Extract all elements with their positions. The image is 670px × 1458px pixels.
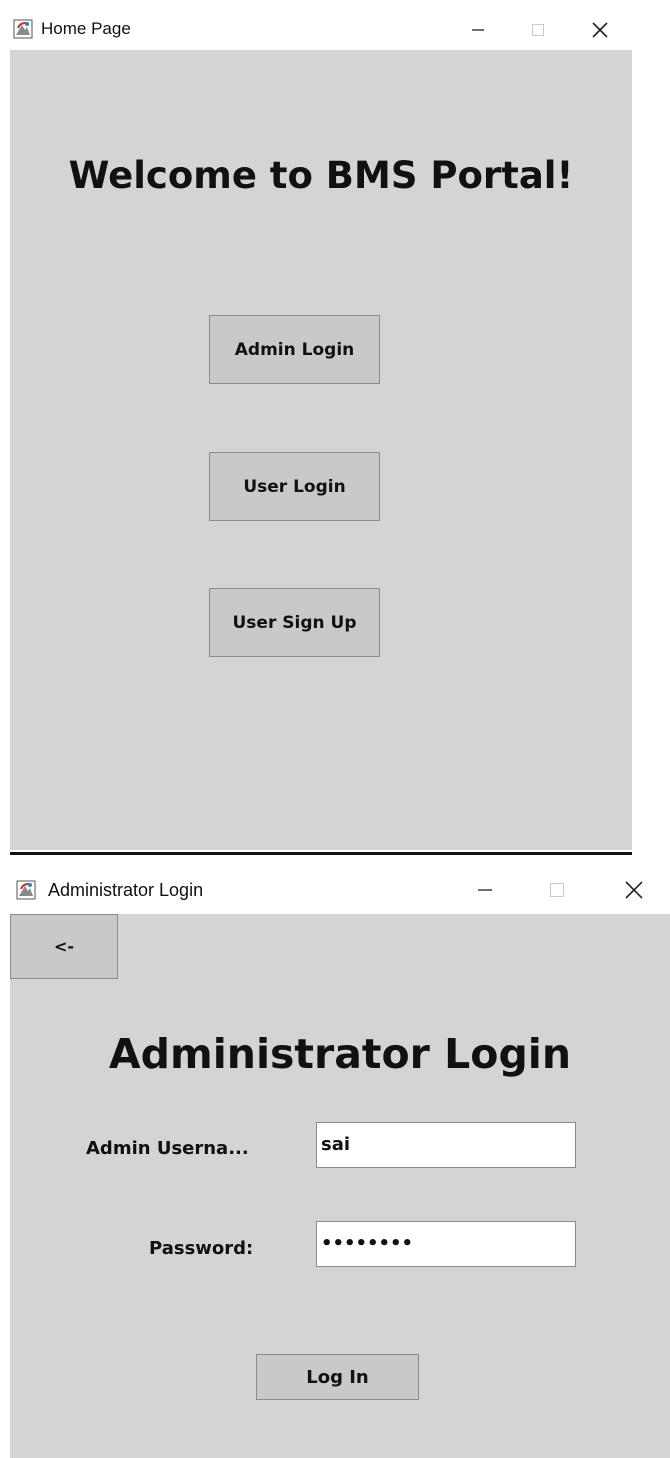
administrator-login-window: Administrator Login <- Administrator Log… (10, 866, 670, 1458)
close-icon (625, 881, 643, 899)
close-button[interactable] (580, 15, 620, 45)
window-title: Home Page (41, 19, 131, 38)
page-title: Administrator Login (108, 1030, 572, 1078)
close-icon (592, 22, 608, 38)
password-label: Password: (149, 1238, 254, 1259)
maximize-icon (532, 24, 544, 36)
maximize-button[interactable] (537, 875, 577, 905)
password-field[interactable]: •••••••• (316, 1221, 576, 1267)
page-title: Welcome to BMS Portal! (68, 154, 574, 197)
java-app-icon (16, 880, 36, 900)
minimize-icon (472, 29, 484, 31)
username-label: Admin Userna... (86, 1138, 249, 1159)
maximize-icon (550, 883, 564, 897)
screenshot-divider (10, 852, 632, 855)
back-button[interactable]: <- (10, 914, 118, 979)
user-signup-button[interactable]: User Sign Up (209, 588, 380, 657)
home-titlebar[interactable]: Home Page (10, 8, 632, 50)
maximize-button[interactable] (518, 15, 558, 45)
home-page-window: Home Page Welcome to BMS Portal! Admin L… (10, 8, 632, 850)
user-login-button[interactable]: User Login (209, 452, 380, 521)
username-field[interactable]: sai (316, 1122, 576, 1168)
admin-login-button[interactable]: Admin Login (209, 315, 380, 384)
admin-content-pane: <- Administrator Login Admin Userna... s… (10, 914, 670, 1458)
home-content-pane: Welcome to BMS Portal! Admin Login User … (10, 50, 632, 850)
minimize-button[interactable] (458, 15, 498, 45)
log-in-button[interactable]: Log In (256, 1354, 419, 1400)
close-button[interactable] (614, 875, 654, 905)
minimize-button[interactable] (465, 875, 505, 905)
minimize-icon (478, 889, 492, 891)
window-title: Administrator Login (48, 880, 204, 900)
admin-titlebar[interactable]: Administrator Login (10, 866, 670, 914)
java-app-icon (13, 19, 33, 39)
